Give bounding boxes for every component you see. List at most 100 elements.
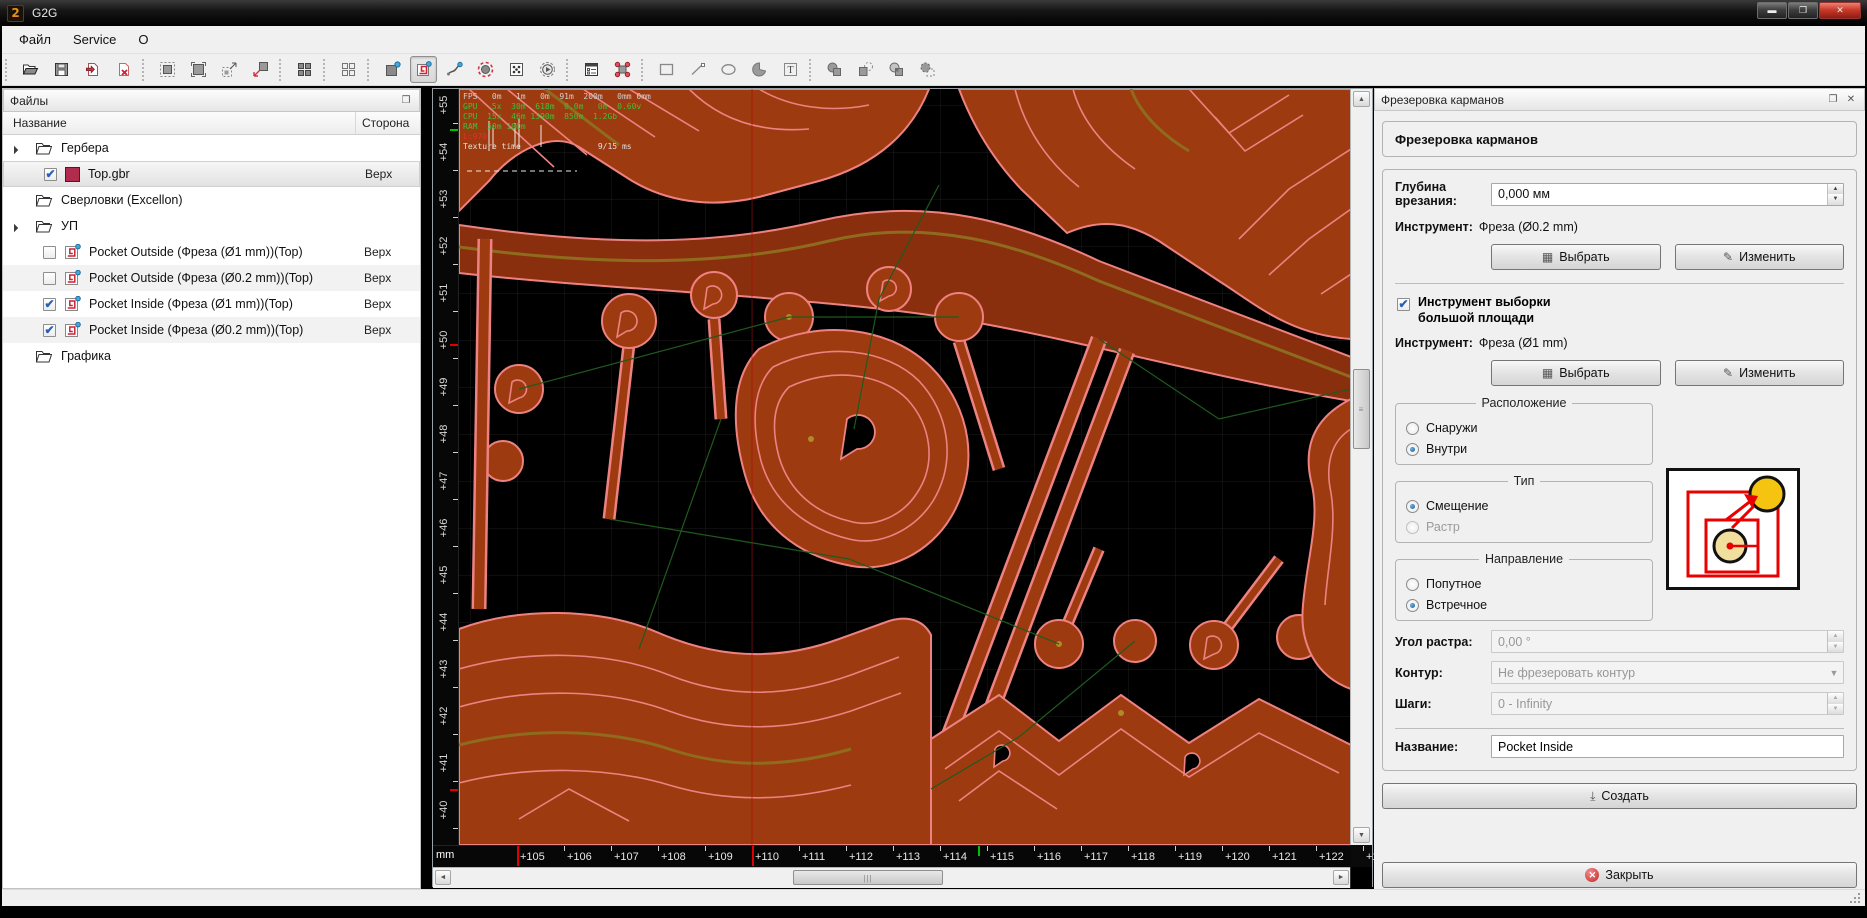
- float-panel-icon[interactable]: ❐: [1826, 94, 1840, 106]
- location-outside-option[interactable]: Снаружи: [1406, 421, 1642, 435]
- maximize-button[interactable]: ❐: [1788, 2, 1818, 19]
- bool-union-button[interactable]: [821, 56, 848, 83]
- transform-object-button[interactable]: [609, 56, 636, 83]
- column-name[interactable]: Название: [3, 112, 356, 134]
- toolbar-group-handle[interactable]: [641, 58, 648, 81]
- gcode-settings-button[interactable]: [534, 56, 561, 83]
- choose-tool1-button[interactable]: ▦ Выбрать: [1491, 244, 1661, 270]
- toolbar-group-handle[interactable]: [5, 58, 12, 81]
- radio-icon-selected[interactable]: [1406, 598, 1419, 612]
- vertical-scrollbar[interactable]: ▲ ≡ ▼: [1350, 89, 1372, 845]
- location-inside-option[interactable]: Внутри: [1406, 442, 1642, 456]
- depth-spin-arrows[interactable]: ▲ ▼: [1827, 183, 1843, 205]
- name-input[interactable]: [1491, 735, 1844, 758]
- save-project-button[interactable]: [48, 56, 75, 83]
- zoom-selection-button[interactable]: [247, 56, 274, 83]
- expand-arrow-icon[interactable]: [9, 223, 19, 233]
- tree-row-grafika[interactable]: Графика: [3, 343, 420, 369]
- table-icon: ▦: [1541, 366, 1554, 380]
- create-button[interactable]: ⤓ Создать: [1382, 783, 1857, 809]
- radio-icon[interactable]: [1406, 577, 1419, 591]
- close-panel-icon[interactable]: ✕: [1844, 94, 1858, 106]
- tree-row-pocket-in-02[interactable]: ✔ Pocket Inside (Фреза (Ø0.2 mm))(Top) Вер…: [3, 317, 420, 343]
- float-panel-icon[interactable]: ❐: [399, 95, 413, 107]
- drilling-button[interactable]: [472, 56, 499, 83]
- radio-icon[interactable]: [1406, 421, 1419, 435]
- direction-conventional-option[interactable]: Встречное: [1406, 598, 1642, 612]
- draw-arc-button[interactable]: [746, 56, 773, 83]
- zoom-original-button[interactable]: [154, 56, 181, 83]
- draw-rectangle-button[interactable]: [653, 56, 680, 83]
- tree-row-gerbera[interactable]: Гербера: [3, 135, 420, 161]
- import-file-button[interactable]: [79, 56, 106, 83]
- open-file-button[interactable]: [17, 56, 44, 83]
- visibility-checkbox[interactable]: ✔: [43, 323, 56, 337]
- tree-row-up[interactable]: УП: [3, 213, 420, 239]
- new-layer-button[interactable]: [379, 56, 406, 83]
- pocket-milling-button[interactable]: [410, 56, 437, 83]
- scroll-right-button[interactable]: ►: [1333, 870, 1349, 885]
- tree-item-label: Графика: [61, 349, 111, 363]
- arrange-board-outline-button[interactable]: [335, 56, 362, 83]
- big-area-checkbox[interactable]: ✔: [1397, 298, 1410, 311]
- layer-color-swatch[interactable]: [65, 166, 80, 182]
- path-milling-button[interactable]: [441, 56, 468, 83]
- choose-tool2-button[interactable]: ▦ Выбрать: [1491, 360, 1661, 386]
- toolbar-group-handle[interactable]: [142, 58, 149, 81]
- zoom-region-button[interactable]: [216, 56, 243, 83]
- menu-item-1[interactable]: Service: [62, 28, 127, 51]
- toolbar-group-handle[interactable]: [323, 58, 330, 81]
- type-offset-option[interactable]: Смещение: [1406, 499, 1642, 513]
- tree-row-top-gbr[interactable]: ✔ Top.gbr Верх: [3, 161, 420, 187]
- location-legend: Расположение: [1481, 396, 1567, 410]
- bool-subtract-button[interactable]: [852, 56, 879, 83]
- draw-line-button[interactable]: [684, 56, 711, 83]
- visibility-checkbox[interactable]: ✔: [44, 167, 57, 181]
- resize-grip[interactable]: [1848, 891, 1862, 905]
- bool-intersect-button[interactable]: [883, 56, 910, 83]
- edit-tool1-button[interactable]: ✎ Изменить: [1674, 244, 1844, 270]
- close-button[interactable]: ✕: [1819, 2, 1861, 19]
- menu-item-2[interactable]: О: [127, 28, 159, 51]
- vruler-label: +45: [438, 565, 450, 585]
- properties-form-button[interactable]: [578, 56, 605, 83]
- edit-tool2-button[interactable]: ✎ Изменить: [1674, 360, 1844, 386]
- radio-icon-selected[interactable]: [1406, 499, 1419, 513]
- depth-spinbox[interactable]: 0,000 мм ▲ ▼: [1491, 182, 1844, 206]
- close-dialog-button[interactable]: ✕ Закрыть: [1382, 862, 1857, 888]
- direction-climb-option[interactable]: Попутное: [1406, 577, 1642, 591]
- tree-row-pocket-out-1[interactable]: Pocket Outside (Фреза (Ø1 mm))(Top) Верх: [3, 239, 420, 265]
- horizontal-scrollbar[interactable]: ◄ ||| ►: [433, 867, 1351, 888]
- visibility-checkbox[interactable]: ✔: [43, 297, 56, 311]
- draw-ellipse-button[interactable]: [715, 56, 742, 83]
- zoom-fit-button[interactable]: [185, 56, 212, 83]
- draw-text-button[interactable]: T: [777, 56, 804, 83]
- expand-arrow-icon[interactable]: [9, 145, 19, 155]
- toolbar-group-handle[interactable]: [566, 58, 573, 81]
- horizontal-scroll-thumb[interactable]: |||: [793, 870, 943, 885]
- arrange-board-button[interactable]: [291, 56, 318, 83]
- visibility-checkbox[interactable]: [43, 245, 56, 259]
- minimize-button[interactable]: ▬: [1757, 2, 1787, 19]
- toolbar-group-handle[interactable]: [279, 58, 286, 81]
- tree-row-pocket-in-1[interactable]: ✔ Pocket Inside (Фреза (Ø1 mm))(Top) Верх: [3, 291, 420, 317]
- bool-xor-button[interactable]: [914, 56, 941, 83]
- column-side[interactable]: Сторона: [356, 112, 420, 134]
- visibility-checkbox[interactable]: [43, 271, 56, 285]
- scroll-down-button[interactable]: ▼: [1353, 827, 1370, 843]
- hruler-tick: [1222, 846, 1223, 851]
- toolbar-group-handle[interactable]: [367, 58, 374, 81]
- menu-item-0[interactable]: Файл: [8, 28, 62, 51]
- radio-icon-selected[interactable]: [1406, 442, 1419, 456]
- board-dots-button[interactable]: [503, 56, 530, 83]
- vruler-label: +52: [438, 236, 450, 256]
- tree-row-pocket-out-02[interactable]: Pocket Outside (Фреза (Ø0.2 mm))(Top) Вер…: [3, 265, 420, 291]
- tree-row-sverlovki[interactable]: Сверловки (Excellon): [3, 187, 420, 213]
- scroll-left-button[interactable]: ◄: [435, 870, 451, 885]
- toolbar-group-handle[interactable]: [809, 58, 816, 81]
- scroll-up-button[interactable]: ▲: [1353, 91, 1370, 107]
- vertical-scroll-thumb[interactable]: ≡: [1353, 369, 1370, 449]
- application-window: 2 G2G ▬ ❐ ✕ Файл Service О T Файлы ❐ Назва…: [0, 0, 1867, 918]
- remove-file-button[interactable]: [110, 56, 137, 83]
- canvas-viewport[interactable]: FPS 0m 1m 0m 91m 200m 0mm 0mm GPU 5x 30m …: [459, 89, 1351, 845]
